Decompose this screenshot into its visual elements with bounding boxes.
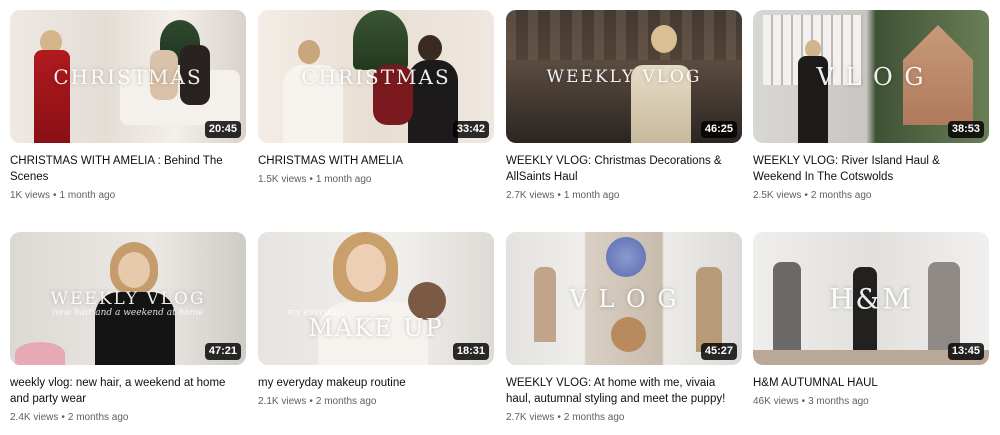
video-title[interactable]: WEEKLY VLOG: River Island Haul & Weekend… bbox=[753, 153, 989, 185]
view-count: 2.5K views bbox=[753, 190, 802, 201]
video-title[interactable]: H&M AUTUMNAL HAUL bbox=[753, 375, 989, 391]
thumbnail-overlay-text: WEEKLY VLOG bbox=[546, 66, 702, 87]
thumbnail-overlay-text: MAKE UP bbox=[308, 313, 444, 342]
video-duration: 38:53 bbox=[947, 121, 984, 138]
video-card[interactable]: CHRISTMAS 33:42 CHRISTMAS WITH AMELIA 1.… bbox=[258, 10, 494, 187]
video-duration: 18:31 bbox=[452, 343, 489, 360]
video-thumbnail[interactable]: V L O G 38:53 bbox=[753, 10, 989, 143]
video-meta: 1K views • 1 month ago bbox=[10, 190, 116, 201]
thumbnail-overlay-text: WEEKLY VLOG bbox=[50, 288, 206, 309]
video-thumbnail[interactable]: CHRISTMAS 33:42 bbox=[258, 10, 494, 143]
video-meta: 46K views • 3 months ago bbox=[753, 396, 869, 407]
video-title[interactable]: WEEKLY VLOG: At home with me, vivaia hau… bbox=[506, 375, 742, 407]
video-title[interactable]: my everyday makeup routine bbox=[258, 375, 494, 391]
upload-age: 1 month ago bbox=[315, 174, 372, 185]
thumbnail-overlay-subtitle: new hair and a weekend at home bbox=[52, 308, 204, 318]
video-duration: 45:27 bbox=[700, 343, 737, 360]
video-card[interactable]: CHRISTMAS 20:45 CHRISTMAS WITH AMELIA : … bbox=[10, 10, 246, 203]
video-duration: 13:45 bbox=[947, 343, 984, 360]
video-grid: CHRISTMAS 20:45 CHRISTMAS WITH AMELIA : … bbox=[0, 0, 1000, 435]
video-thumbnail[interactable]: WEEKLY VLOG new hair and a weekend at ho… bbox=[10, 232, 246, 365]
video-meta: 2.5K views • 2 months ago bbox=[753, 190, 872, 201]
view-count: 2.1K views bbox=[258, 396, 307, 407]
upload-age: 2 months ago bbox=[67, 412, 129, 423]
upload-age: 1 month ago bbox=[59, 190, 116, 201]
video-duration: 33:42 bbox=[452, 121, 489, 138]
thumbnail-overlay-text: CHRISTMAS bbox=[301, 64, 451, 89]
video-card[interactable]: V L O G 38:53 WEEKLY VLOG: River Island … bbox=[753, 10, 989, 203]
video-title[interactable]: CHRISTMAS WITH AMELIA bbox=[258, 153, 494, 169]
video-duration: 47:21 bbox=[204, 343, 241, 360]
upload-age: 2 months ago bbox=[810, 190, 872, 201]
video-meta: 2.4K views • 2 months ago bbox=[10, 412, 129, 423]
thumbnail-overlay-text: CHRISTMAS bbox=[53, 64, 203, 89]
video-title[interactable]: CHRISTMAS WITH AMELIA : Behind The Scene… bbox=[10, 153, 246, 185]
view-count: 2.7K views bbox=[506, 190, 555, 201]
thumbnail-overlay-text: H&M bbox=[828, 282, 913, 315]
view-count: 2.4K views bbox=[10, 412, 59, 423]
video-title[interactable]: weekly vlog: new hair, a weekend at home… bbox=[10, 375, 246, 407]
video-meta: 2.7K views • 1 month ago bbox=[506, 190, 620, 201]
video-thumbnail[interactable]: H&M 13:45 bbox=[753, 232, 989, 365]
video-card[interactable]: WEEKLY VLOG 46:25 WEEKLY VLOG: Christmas… bbox=[506, 10, 742, 203]
video-meta: 2.1K views • 2 months ago bbox=[258, 396, 377, 407]
thumbnail-overlay-text: V L O G bbox=[816, 62, 926, 91]
view-count: 1.5K views bbox=[258, 174, 307, 185]
upload-age: 2 months ago bbox=[563, 412, 625, 423]
video-card[interactable]: H&M 13:45 H&M AUTUMNAL HAUL 46K views • 3 … bbox=[753, 232, 989, 409]
video-thumbnail[interactable]: V L O G 45:27 bbox=[506, 232, 742, 365]
video-card[interactable]: V L O G 45:27 WEEKLY VLOG: At home with … bbox=[506, 232, 742, 425]
upload-age: 3 months ago bbox=[808, 396, 869, 407]
upload-age: 1 month ago bbox=[563, 190, 620, 201]
thumbnail-overlay-text: V L O G bbox=[569, 284, 679, 313]
video-meta: 2.7K views • 2 months ago bbox=[506, 412, 625, 423]
view-count: 2.7K views bbox=[506, 412, 555, 423]
video-thumbnail[interactable]: WEEKLY VLOG 46:25 bbox=[506, 10, 742, 143]
video-duration: 46:25 bbox=[700, 121, 737, 138]
video-thumbnail[interactable]: CHRISTMAS 20:45 bbox=[10, 10, 246, 143]
video-duration: 20:45 bbox=[204, 121, 241, 138]
video-card[interactable]: my everyday MAKE UP 18:31 my everyday ma… bbox=[258, 232, 494, 409]
video-meta: 1.5K views • 1 month ago bbox=[258, 174, 372, 185]
video-card[interactable]: WEEKLY VLOG new hair and a weekend at ho… bbox=[10, 232, 246, 425]
video-title[interactable]: WEEKLY VLOG: Christmas Decorations & All… bbox=[506, 153, 742, 185]
video-thumbnail[interactable]: my everyday MAKE UP 18:31 bbox=[258, 232, 494, 365]
view-count: 46K views bbox=[753, 396, 799, 407]
view-count: 1K views bbox=[10, 190, 51, 201]
upload-age: 2 months ago bbox=[315, 396, 377, 407]
